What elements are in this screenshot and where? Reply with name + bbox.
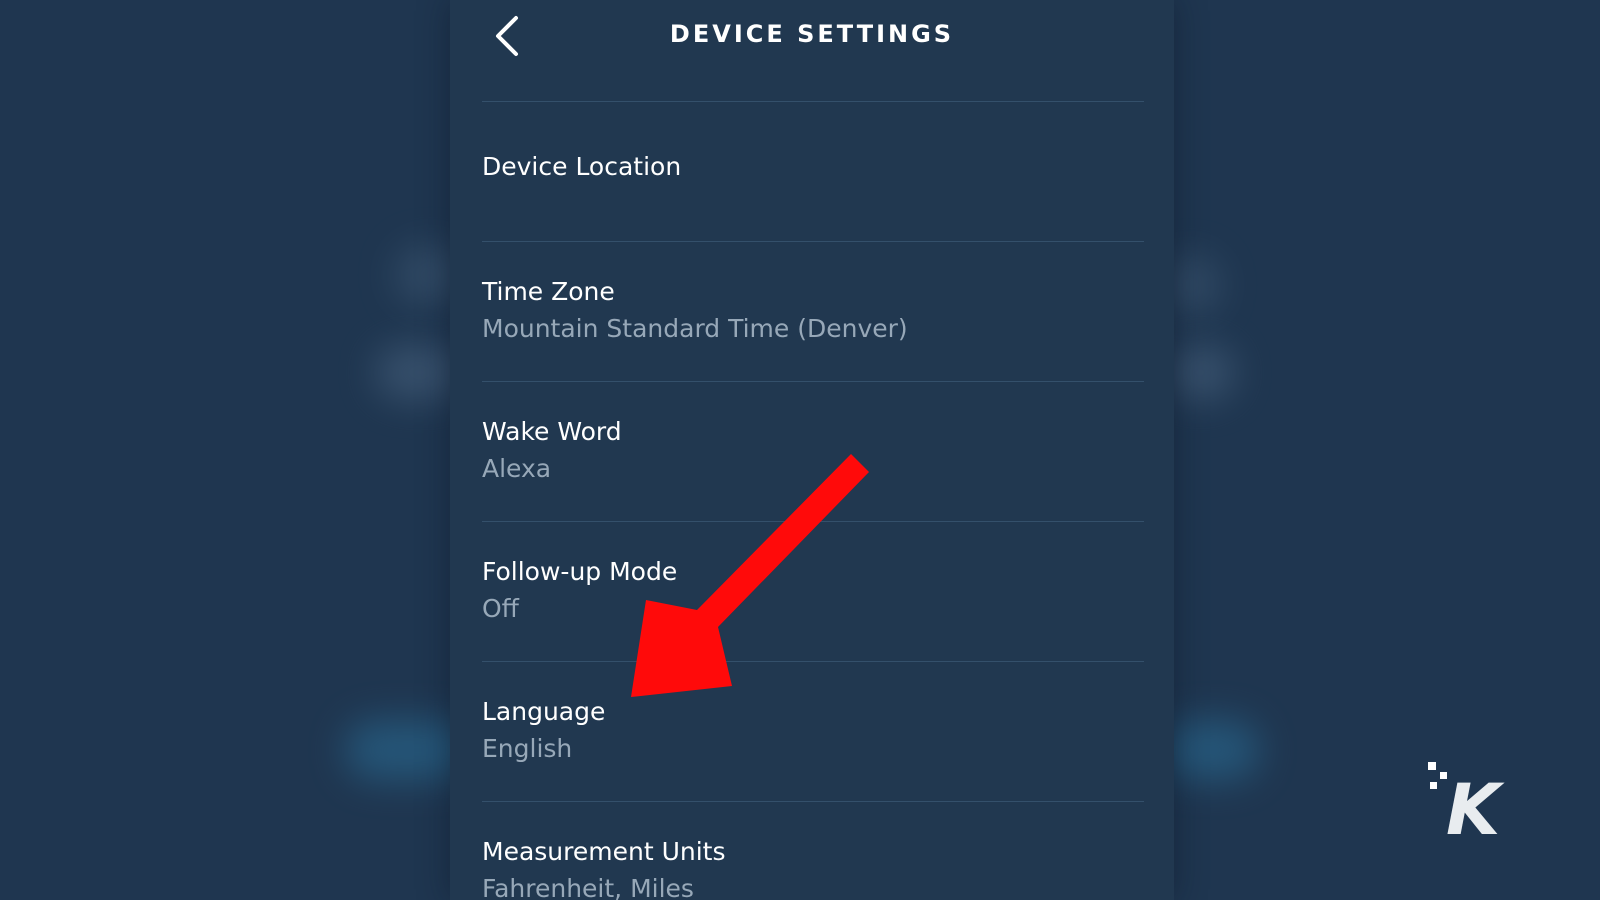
setting-label: Wake Word (482, 417, 622, 446)
header-bar: DEVICE SETTINGS (450, 0, 1174, 100)
setting-value: Alexa (482, 454, 552, 483)
settings-list: Device Location Time Zone Mountain Stand… (482, 102, 1144, 900)
background-blur (1165, 345, 1235, 400)
setting-value: English (482, 734, 573, 763)
setting-label: Measurement Units (482, 837, 726, 866)
setting-label: Time Zone (482, 277, 615, 306)
page-title: DEVICE SETTINGS (669, 20, 955, 48)
setting-value: Off (482, 594, 519, 623)
k-logo-icon: K (1428, 762, 1505, 840)
setting-value: Fahrenheit, Miles (482, 874, 694, 900)
setting-value: Mountain Standard Time (Denver) (482, 314, 908, 343)
setting-label: Language (482, 697, 606, 726)
setting-row-follow-up-mode[interactable]: Follow-up Mode Off (482, 522, 1144, 662)
logo-letter: K (1446, 769, 1505, 840)
device-settings-screen: DEVICE SETTINGS Device Location Time Zon… (450, 0, 1174, 900)
background-blur (1160, 720, 1260, 780)
setting-row-language[interactable]: Language English (482, 662, 1144, 802)
setting-label: Follow-up Mode (482, 557, 678, 586)
setting-label: Device Location (482, 152, 682, 181)
setting-row-measurement-units[interactable]: Measurement Units Fahrenheit, Miles (482, 802, 1144, 900)
setting-row-wake-word[interactable]: Wake Word Alexa (482, 382, 1144, 522)
setting-row-device-location[interactable]: Device Location (482, 102, 1144, 242)
setting-row-time-zone[interactable]: Time Zone Mountain Standard Time (Denver… (482, 242, 1144, 382)
screenshot-stage: DEVICE SETTINGS Device Location Time Zon… (0, 0, 1600, 900)
